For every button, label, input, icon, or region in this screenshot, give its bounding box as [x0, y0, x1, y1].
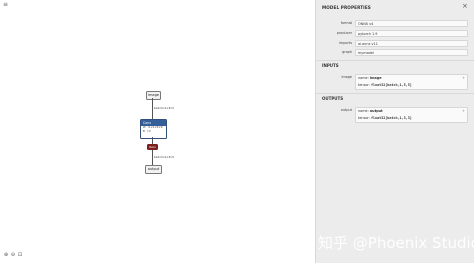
edge-label-input-conv: batch×1×3×3	[154, 106, 174, 110]
zoom-fit-icon[interactable]: ⊡	[17, 252, 23, 258]
graph-node-conv[interactable]: Conv W 〈1×1×5×5〉 B 〈1〉	[140, 119, 167, 139]
output-tensor-key: tensor:	[358, 116, 370, 120]
zoom-out-icon[interactable]: ⊖	[10, 252, 16, 258]
panel-title: MODEL PROPERTIES	[322, 5, 371, 10]
output-tensor-line: tensor: float32[batch,1,3,3]	[358, 115, 467, 122]
output-tensor-box[interactable]: name: output tensor: float32[batch,1,3,3…	[355, 107, 468, 123]
section-divider	[316, 60, 474, 61]
graph-node-input[interactable]: image	[146, 91, 161, 100]
expand-icon[interactable]: +	[462, 75, 465, 82]
output-name-value: output	[369, 109, 383, 113]
input-name-value: image	[369, 76, 382, 80]
graph-node-output[interactable]: output	[145, 165, 162, 174]
relu-node-label: Relu	[149, 145, 156, 149]
input-name-line: name: image	[358, 75, 467, 82]
outputs-section-title: OUTPUTS	[322, 96, 344, 101]
graph-node-output-label: output	[147, 167, 160, 171]
input-name-key: name:	[358, 76, 369, 80]
graph-edge-input-conv	[152, 98, 153, 119]
close-icon[interactable]: ×	[462, 3, 468, 10]
graph-canvas[interactable]: ≡ image batch×1×3×3 Conv W 〈1×1×5×5〉 B 〈…	[0, 0, 315, 263]
conv-node-bias: B 〈1〉	[143, 130, 153, 133]
expand-icon[interactable]: +	[462, 108, 465, 115]
model-properties-panel: MODEL PROPERTIES × format ONNX v4 produc…	[315, 0, 474, 263]
output-name-line: name: output	[358, 108, 467, 115]
menu-icon[interactable]: ≡	[3, 2, 8, 8]
zoom-in-icon[interactable]: ⊕	[3, 252, 9, 258]
input-tensor-line: tensor: float32[batch,1,5,5]	[358, 82, 467, 89]
property-label: imports	[339, 41, 352, 45]
graph-edge-relu-output	[152, 150, 153, 165]
input-tensor-box[interactable]: name: image tensor: float32[batch,1,5,5]…	[355, 74, 468, 90]
property-row-format: format ONNX v4	[316, 20, 474, 27]
output-tensor-value: float32[batch,1,3,3]	[370, 116, 412, 120]
input-label: image	[341, 75, 352, 79]
property-label: format	[340, 21, 352, 25]
property-row-imports: imports ai.onnx v11	[316, 40, 474, 47]
property-value: pytorch 1.9	[355, 30, 468, 37]
property-row-graph: graph mymodel	[316, 49, 474, 56]
output-label: output	[340, 108, 352, 112]
inputs-section-title: INPUTS	[322, 63, 339, 68]
property-value: mymodel	[355, 49, 468, 56]
output-name-key: name:	[358, 109, 369, 113]
graph-node-input-label: image	[148, 93, 159, 97]
property-row-producer: producer pytorch 1.9	[316, 30, 474, 37]
section-divider	[316, 93, 474, 94]
property-value: ONNX v4	[355, 20, 468, 27]
graph-edge-conv-relu	[152, 137, 153, 144]
property-label: graph	[342, 50, 352, 54]
watermark: 知乎 @Phoenix Studio	[318, 234, 474, 252]
zoom-toolbar: ⊕ ⊖ ⊡	[3, 252, 23, 258]
property-label: producer	[336, 31, 352, 35]
property-value: ai.onnx v11	[355, 40, 468, 47]
input-tensor-value: float32[batch,1,5,5]	[370, 83, 412, 87]
edge-label-relu-output: batch×1×3×3	[154, 155, 174, 159]
input-tensor-key: tensor:	[358, 83, 370, 87]
